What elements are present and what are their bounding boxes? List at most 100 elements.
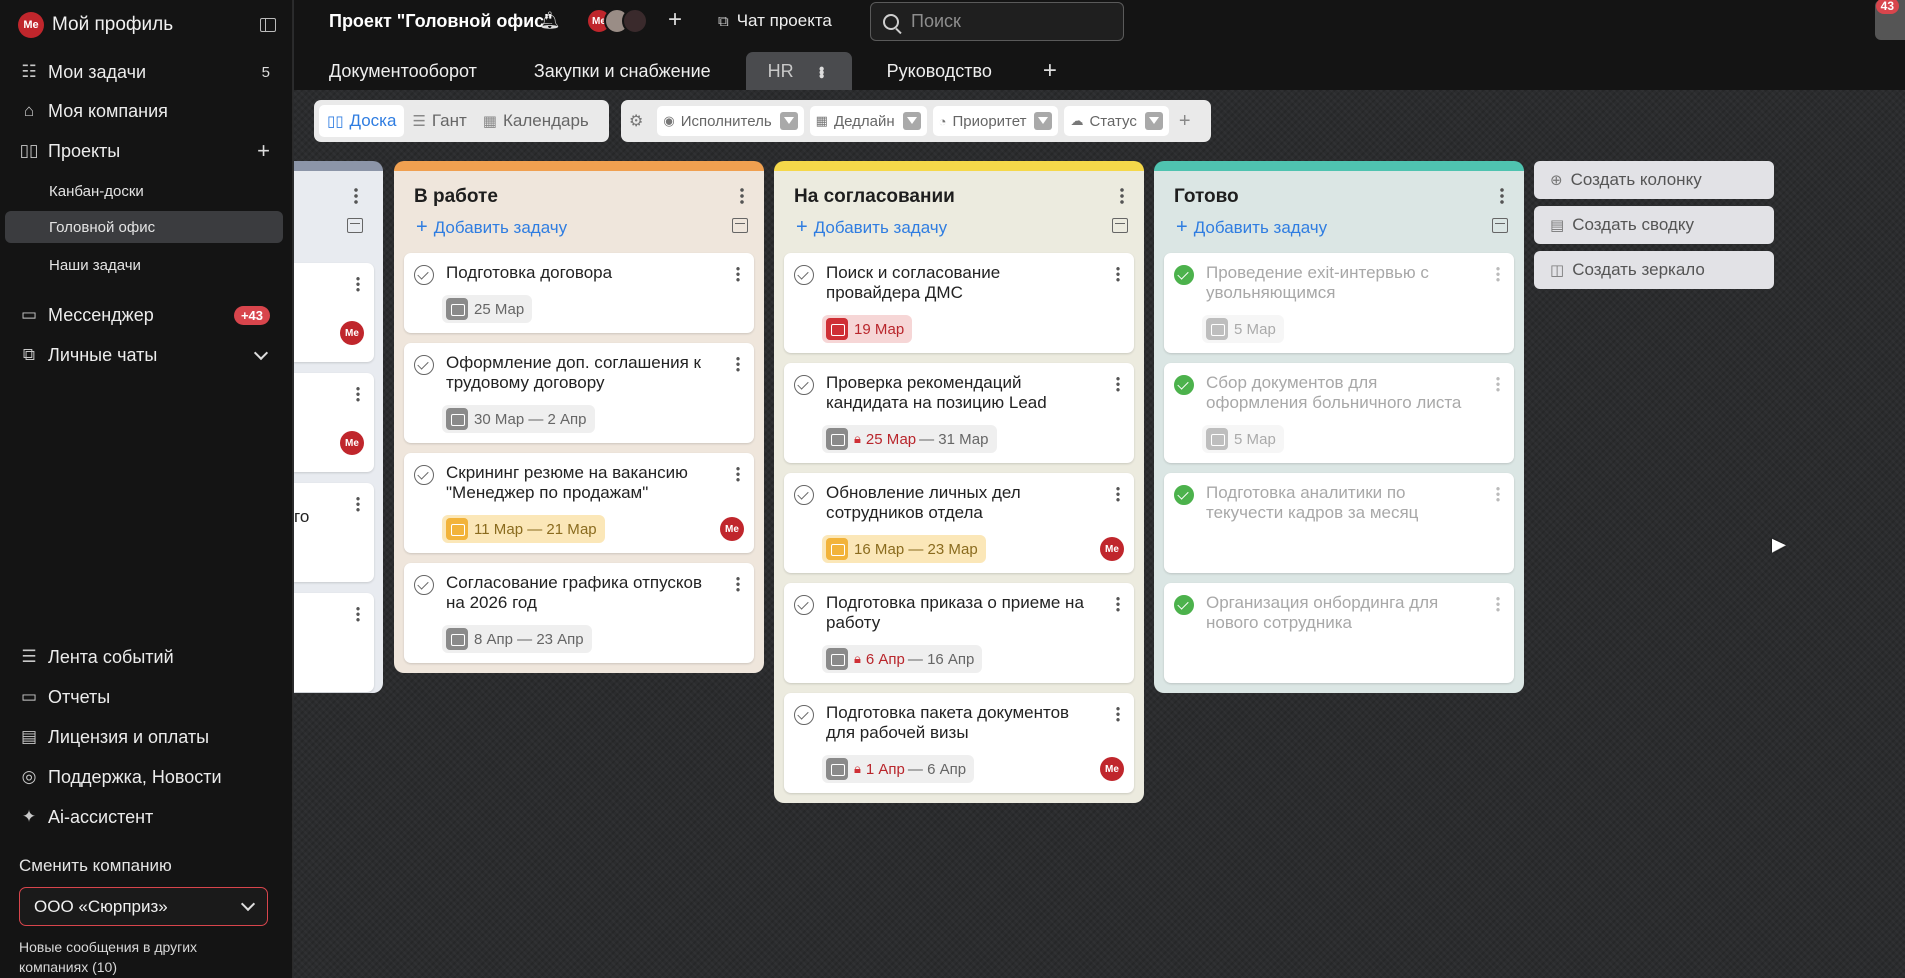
project-members[interactable]: Me: [586, 8, 648, 34]
date-chip[interactable]: 5 Мар: [1202, 425, 1284, 453]
task-card[interactable]: го: [294, 483, 374, 582]
sidebar-item-feed[interactable]: ☰ Лента событий: [18, 642, 276, 672]
date-chip[interactable]: 11 Мар — 21 Мар: [442, 515, 605, 543]
chevron-down-icon[interactable]: [253, 345, 269, 360]
complete-checkbox[interactable]: [1174, 485, 1194, 505]
column-settings-icon[interactable]: [732, 218, 748, 233]
date-chip[interactable]: 🔒︎ 1 Апр — 6 Апр: [822, 755, 975, 783]
create-mirror-button[interactable]: ◫ Создать зеркало: [1534, 251, 1774, 289]
column-settings-icon[interactable]: [1112, 218, 1128, 233]
filter-deadline[interactable]: ▦ Дедлайн: [809, 106, 927, 136]
card-menu-icon[interactable]: [736, 466, 740, 482]
card-menu-icon[interactable]: [1496, 486, 1500, 502]
card-menu-icon[interactable]: [1116, 706, 1120, 722]
sidebar-item-license[interactable]: ▤ Лицензия и оплаты: [18, 722, 276, 752]
task-card[interactable]: Подготовка договора 25 Мар: [404, 253, 754, 333]
add-task-button[interactable]: + Добавить задачу: [796, 216, 947, 239]
view-board-button[interactable]: ▯▯ Доска: [319, 105, 405, 137]
task-card[interactable]: Подготовка приказа о приеме на работу 🔒︎…: [784, 583, 1134, 683]
view-calendar-button[interactable]: ▦ Календарь: [475, 105, 597, 137]
card-menu-icon[interactable]: [736, 266, 740, 282]
card-menu-icon[interactable]: [356, 276, 360, 292]
complete-checkbox[interactable]: [794, 485, 814, 505]
card-menu-icon[interactable]: [1496, 596, 1500, 612]
task-card[interactable]: [294, 593, 374, 692]
task-card[interactable]: Согласование графика отпусков на 2026 го…: [404, 563, 754, 663]
gear-icon[interactable]: ⚙: [629, 111, 643, 131]
add-filter-icon[interactable]: +: [1179, 110, 1191, 133]
complete-checkbox[interactable]: [794, 705, 814, 725]
card-menu-icon[interactable]: [356, 386, 360, 402]
complete-checkbox[interactable]: [1174, 595, 1194, 615]
sidebar-item-personal-chats[interactable]: ⧉ Личные чаты: [18, 340, 276, 370]
column-menu-icon[interactable]: [1120, 187, 1124, 205]
complete-checkbox[interactable]: [794, 595, 814, 615]
task-card[interactable]: Обновление личных дел сотрудников отдела…: [784, 473, 1134, 573]
collapse-sidebar-icon[interactable]: [260, 18, 276, 32]
sidebar-item-ai[interactable]: ✦ Ai-ассистент: [18, 802, 276, 832]
card-menu-icon[interactable]: [356, 606, 360, 622]
column-menu-icon[interactable]: [740, 187, 744, 205]
card-menu-icon[interactable]: [1116, 596, 1120, 612]
notifications-button[interactable]: 43: [1875, 0, 1905, 40]
project-chat-button[interactable]: ⧉ Чат проекта: [718, 11, 832, 31]
task-card[interactable]: Проведение exit-интервью с увольняющимся…: [1164, 253, 1514, 353]
page-title[interactable]: Проект "Головной офис": [329, 11, 553, 32]
date-chip[interactable]: 30 Мар — 2 Апр: [442, 405, 595, 433]
card-menu-icon[interactable]: [356, 496, 360, 512]
complete-checkbox[interactable]: [414, 265, 434, 285]
bell-icon[interactable]: 🔔︎: [539, 11, 561, 31]
date-chip[interactable]: 5 Мар: [1202, 315, 1284, 343]
filter-status[interactable]: ☁ Статус: [1064, 106, 1169, 136]
column-settings-icon[interactable]: [347, 218, 363, 233]
tab-procurement[interactable]: Закупки и снабжение: [534, 61, 711, 82]
create-summary-button[interactable]: ▤ Создать сводку: [1534, 206, 1774, 244]
date-chip[interactable]: 8 Апр — 23 Апр: [442, 625, 592, 653]
date-chip[interactable]: 25 Мар: [442, 295, 533, 323]
search-input[interactable]: Поиск: [870, 2, 1124, 41]
task-card[interactable]: Проверка рекомендаций кандидата на позиц…: [784, 363, 1134, 463]
new-messages-notice[interactable]: Новые сообщения в других компаниях (10): [19, 937, 259, 977]
complete-checkbox[interactable]: [414, 355, 434, 375]
add-tab-icon[interactable]: +: [1043, 57, 1057, 85]
date-chip[interactable]: 🔒︎ 6 Апр — 16 Апр: [822, 645, 983, 673]
more-icon[interactable]: •••: [812, 66, 830, 77]
sidebar-project-head-office[interactable]: Головной офис: [5, 211, 283, 243]
card-menu-icon[interactable]: [1496, 266, 1500, 282]
task-card[interactable]: Организация онбординга для нового сотруд…: [1164, 583, 1514, 683]
sidebar-item-support[interactable]: ◎ Поддержка, Новости: [18, 762, 276, 792]
tab-management[interactable]: Руководство: [887, 61, 992, 82]
add-member-icon[interactable]: +: [668, 6, 682, 34]
complete-checkbox[interactable]: [414, 575, 434, 595]
complete-checkbox[interactable]: [794, 265, 814, 285]
date-chip[interactable]: 19 Мар: [822, 315, 913, 343]
column-settings-icon[interactable]: [1492, 218, 1508, 233]
task-card[interactable]: Me: [294, 263, 374, 362]
profile-row[interactable]: Me Мой профиль: [18, 12, 276, 38]
complete-checkbox[interactable]: [1174, 375, 1194, 395]
card-menu-icon[interactable]: [736, 576, 740, 592]
card-menu-icon[interactable]: [736, 356, 740, 372]
filter-assignee[interactable]: ◉ Исполнитель: [657, 106, 804, 136]
sidebar-item-my-company[interactable]: ⌂ Моя компания: [18, 96, 276, 126]
task-card[interactable]: Поиск и согласование провайдера ДМС 19 М…: [784, 253, 1134, 353]
add-task-button[interactable]: + Добавить задачу: [1176, 216, 1327, 239]
sidebar-item-messenger[interactable]: ▭ Мессенджер +43: [18, 300, 276, 330]
sidebar-item-reports[interactable]: ▭ Отчеты: [18, 682, 276, 712]
filter-priority[interactable]: ◔ Приоритет: [932, 106, 1059, 136]
card-menu-icon[interactable]: [1116, 266, 1120, 282]
complete-checkbox[interactable]: [1174, 265, 1194, 285]
complete-checkbox[interactable]: [414, 465, 434, 485]
date-chip[interactable]: 16 Мар — 23 Мар: [822, 535, 986, 563]
column-menu-icon[interactable]: [1500, 187, 1504, 205]
add-task-button[interactable]: + Добавить задачу: [416, 216, 567, 239]
card-menu-icon[interactable]: [1116, 376, 1120, 392]
company-select[interactable]: ООО «Сюрприз»: [19, 887, 268, 926]
column-menu-icon[interactable]: [354, 187, 358, 205]
task-card[interactable]: Подготовка аналитики по текучести кадров…: [1164, 473, 1514, 573]
complete-checkbox[interactable]: [794, 375, 814, 395]
task-card[interactable]: Me: [294, 373, 374, 472]
add-project-icon[interactable]: +: [257, 138, 270, 164]
card-menu-icon[interactable]: [1116, 486, 1120, 502]
sidebar-project-our-tasks[interactable]: Наши задачи: [5, 249, 283, 281]
